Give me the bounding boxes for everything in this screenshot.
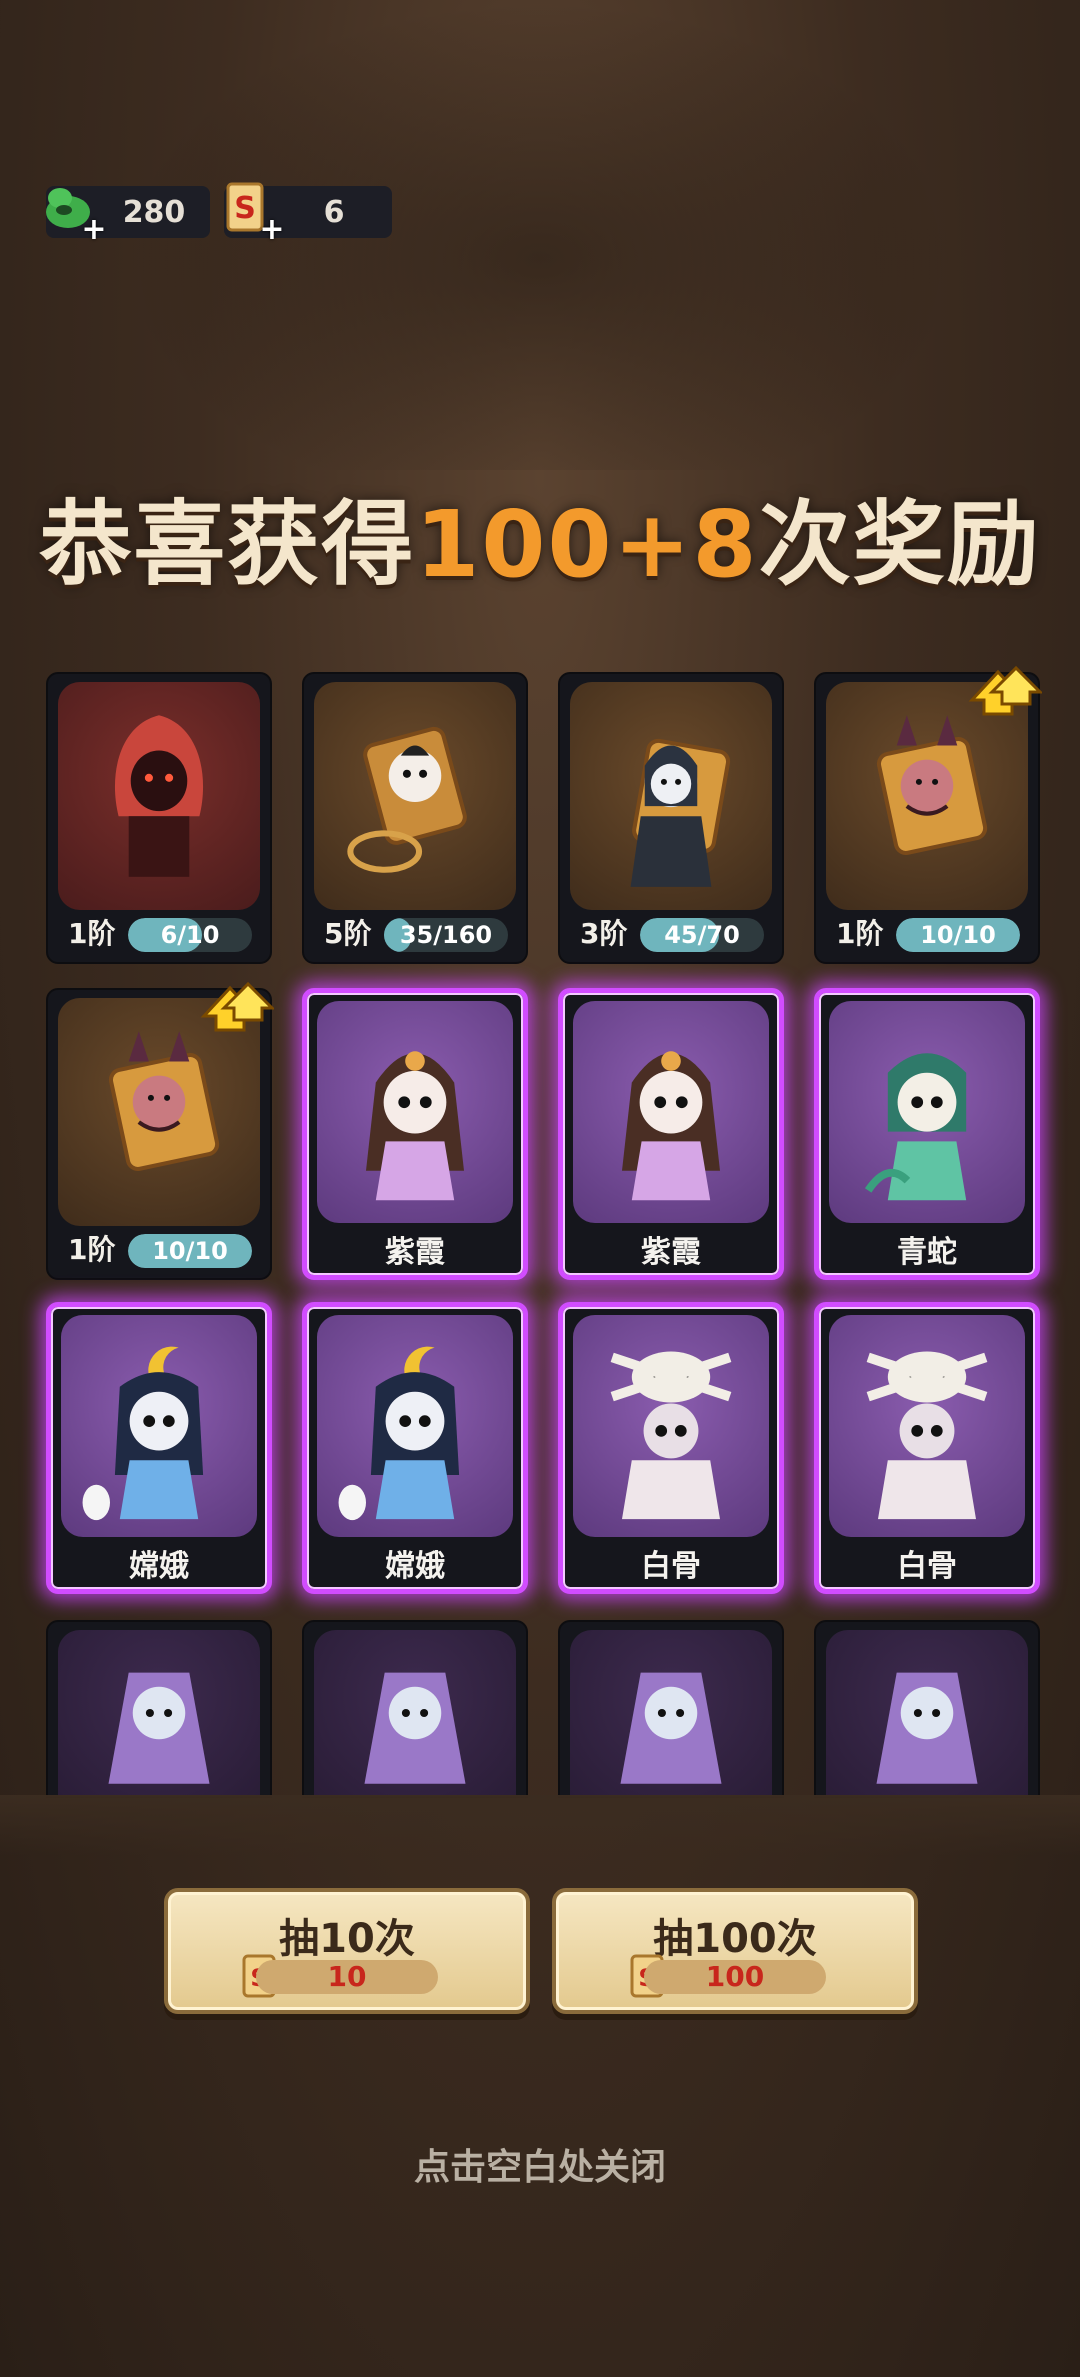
- title-before: 恭喜获得: [39, 491, 416, 598]
- reward-card-new[interactable]: 白骨: [558, 1302, 784, 1594]
- character-portrait: [314, 1630, 516, 1796]
- character-portrait: [61, 1315, 257, 1537]
- scroll-count: 6: [323, 194, 345, 230]
- card-progress-text: 35/160: [399, 921, 493, 949]
- currency-scroll[interactable]: S + 6: [224, 182, 392, 245]
- draw-100-button[interactable]: 抽100次 S 100: [552, 1888, 918, 2014]
- card-tier: 3阶: [580, 917, 628, 950]
- draw-10-button[interactable]: 抽10次 S 10: [164, 1888, 530, 2014]
- draw-10-label: 抽10次: [279, 1916, 415, 1962]
- gourd-count: 280: [122, 194, 186, 230]
- card-progress-bar: 10/10: [896, 918, 1020, 952]
- draw-100-cost: 100: [644, 1960, 826, 1994]
- tap-to-close-hint[interactable]: 点击空白处关闭: [0, 2138, 1080, 2190]
- card-name: 青蛇: [897, 1235, 957, 1270]
- reward-card-new[interactable]: 青蛇: [814, 988, 1040, 1280]
- upgrade-arrow-icon: [200, 981, 274, 1032]
- upgrade-arrow-icon: [968, 665, 1042, 716]
- reward-card[interactable]: 5阶 35/160: [302, 672, 528, 964]
- character-portrait: [570, 682, 772, 910]
- character-portrait: [58, 682, 260, 910]
- character-portrait: [573, 1001, 769, 1223]
- character-portrait: [829, 1001, 1025, 1223]
- card-progress-text: 6/10: [160, 921, 220, 949]
- card-name: 嫦娥: [385, 1549, 445, 1584]
- character-portrait: [826, 1630, 1028, 1796]
- card-progress-text: 45/70: [664, 921, 740, 949]
- card-tier: 1阶: [836, 917, 884, 950]
- card-name: 白骨: [641, 1549, 701, 1584]
- card-name: 嫦娥: [129, 1549, 189, 1584]
- add-gourd-icon[interactable]: +: [80, 215, 108, 245]
- character-portrait: [317, 1315, 513, 1537]
- draw-10-cost: 10: [256, 1960, 438, 1994]
- card-progress-bar: 45/70: [640, 918, 764, 952]
- card-name: 白骨: [897, 1549, 957, 1584]
- character-portrait: [829, 1315, 1025, 1537]
- card-tier: 1阶: [68, 917, 116, 950]
- reward-card[interactable]: 3阶 45/70: [558, 672, 784, 964]
- card-progress-text: 10/10: [152, 1237, 228, 1265]
- card-progress-bar: 10/10: [128, 1234, 252, 1268]
- title-after: 次奖励: [758, 491, 1041, 598]
- reward-card-partial[interactable]: [814, 1620, 1040, 1798]
- card-progress-bar: 35/160: [384, 918, 508, 952]
- card-progress-text: 10/10: [920, 921, 996, 949]
- card-tier: 1阶: [68, 1233, 116, 1266]
- reward-card-new[interactable]: 嫦娥: [302, 1302, 528, 1594]
- reward-card-new[interactable]: 嫦娥: [46, 1302, 272, 1594]
- character-portrait: [314, 682, 516, 910]
- add-scroll-icon[interactable]: +: [258, 215, 286, 245]
- character-portrait: [317, 1001, 513, 1223]
- reward-card-partial[interactable]: [302, 1620, 528, 1798]
- svg-text:S: S: [234, 191, 256, 226]
- scroll-fade: [0, 1795, 1080, 1855]
- reward-card-partial[interactable]: [46, 1620, 272, 1798]
- reward-card[interactable]: 1阶 6/10: [46, 672, 272, 964]
- card-progress-bar: 6/10: [128, 918, 252, 952]
- reward-card-partial[interactable]: [558, 1620, 784, 1798]
- character-portrait: [570, 1630, 772, 1796]
- currency-gourd[interactable]: + 280: [46, 186, 210, 245]
- title-count: 100+8: [415, 491, 759, 598]
- reward-card-new[interactable]: 白骨: [814, 1302, 1040, 1594]
- reward-card-new[interactable]: 紫霞: [558, 988, 784, 1280]
- character-portrait: [58, 1630, 260, 1796]
- reward-title: 恭喜获得100+8次奖励: [0, 470, 1080, 603]
- reward-card-new[interactable]: 紫霞: [302, 988, 528, 1280]
- card-name: 紫霞: [641, 1235, 701, 1270]
- draw-100-label: 抽100次: [653, 1916, 817, 1962]
- card-tier: 5阶: [324, 917, 372, 950]
- character-portrait: [573, 1315, 769, 1537]
- card-name: 紫霞: [385, 1235, 445, 1270]
